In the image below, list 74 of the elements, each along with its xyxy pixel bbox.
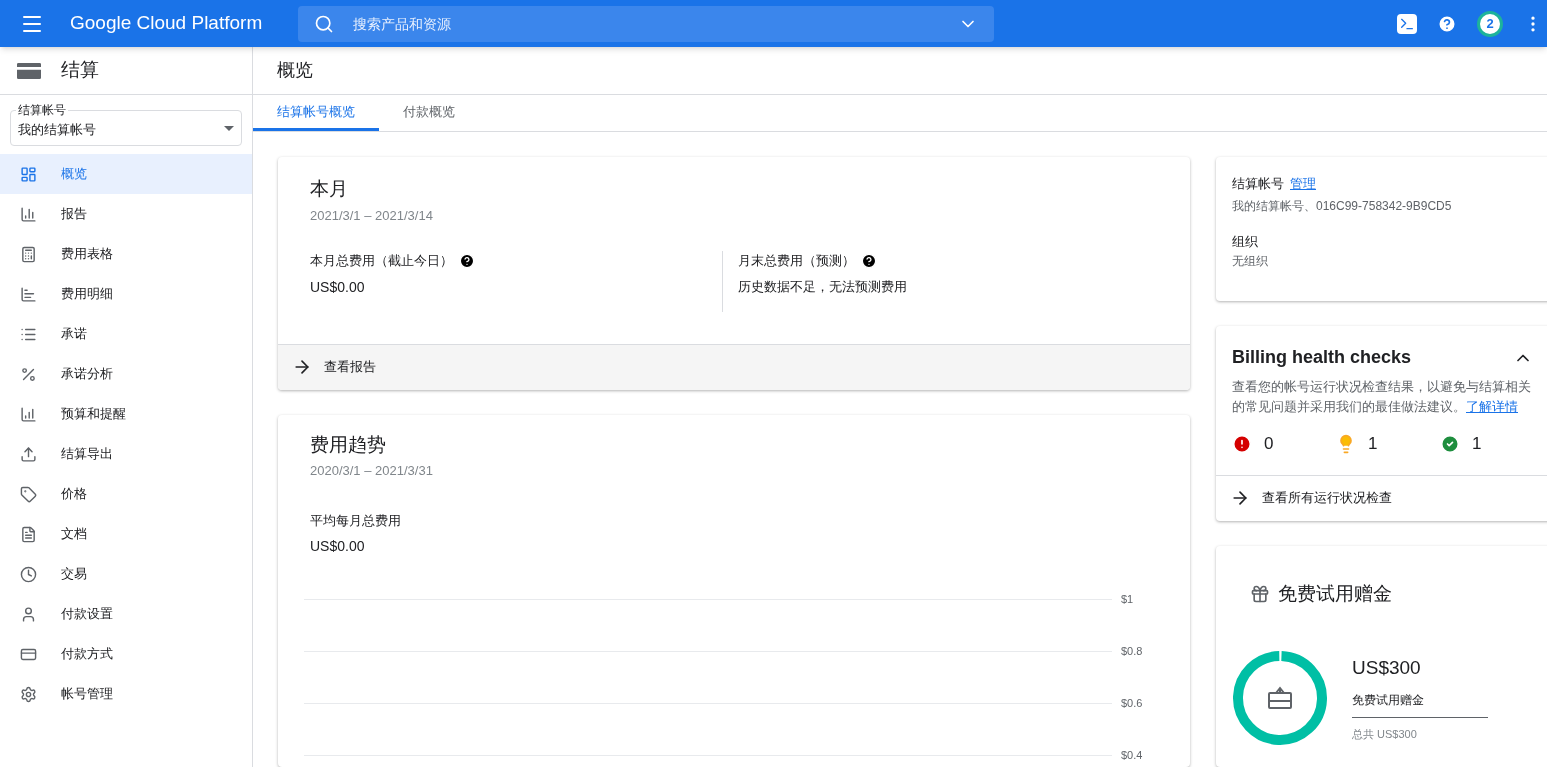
dropdown-caret-icon (224, 125, 234, 131)
check-count: 1 (1472, 433, 1482, 455)
date-range: 2021/3/1 – 2021/3/14 (310, 206, 434, 225)
sidebar-item[interactable]: 预算和提醒 (0, 394, 252, 434)
sidebar-item[interactable]: 付款设置 (0, 594, 252, 634)
forecast-label: 月末总费用（预测） (738, 252, 855, 270)
axis-tick-label: $0.6 (1121, 696, 1143, 711)
card-title: 本月 (310, 177, 349, 201)
error-icon (1232, 433, 1252, 454)
sidebar-item[interactable]: 付款方式 (0, 634, 252, 674)
date-range: 2020/3/1 – 2021/3/31 (309, 462, 434, 480)
percent-icon (20, 365, 37, 383)
sidebar-item[interactable]: 费用表格 (0, 234, 252, 274)
org-label: 组织 (1232, 232, 1259, 251)
average-value: US$0.00 (309, 537, 366, 556)
health-description: 查看您的帐号运行状况检查结果，以避免与结算相关的常见问题并采用我们的最佳做法建议。了解详情 (1232, 378, 1532, 416)
person-icon (20, 605, 37, 623)
sidebar-item[interactable]: 结算导出 (0, 434, 252, 474)
gift-card-icon (1268, 686, 1292, 709)
account-label: 结算帐号 (1232, 175, 1284, 193)
sidebar-item[interactable]: 报告 (0, 194, 252, 234)
credit-amount: US$300 (1352, 656, 1422, 680)
search-field[interactable]: 搜索产品和资源 (353, 13, 958, 34)
card-title: 免费试用赠金 (1278, 581, 1392, 606)
org-value: 无组织 (1232, 253, 1269, 270)
bar-chart-icon (20, 205, 37, 223)
axis-tick-label: $0.8 (1121, 644, 1143, 659)
manage-link[interactable]: 管理 (1290, 174, 1316, 194)
average-label: 平均每月总费用 (309, 511, 402, 530)
card-title: 费用趋势 (309, 432, 387, 457)
axis-tick-label: $1 (1121, 592, 1134, 607)
credit-label: 免费试用赠金 (1352, 690, 1488, 718)
tab[interactable]: 结算帐号概览 (253, 95, 379, 131)
sidebar-item[interactable]: 帐号管理 (0, 674, 252, 714)
sidebar-item[interactable]: 概览 (0, 154, 252, 194)
notification-badge[interactable]: 2 (1477, 10, 1503, 37)
check-count: 1 (1368, 433, 1378, 455)
account-select-value: 我的结算帐号 (18, 121, 96, 140)
cost-label: 本月总费用（截止今日） (310, 252, 453, 270)
document-icon (20, 525, 37, 543)
axis-tick-label: $0.4 (1121, 748, 1143, 763)
account-value: 我的结算帐号、016C99-758342-9B9CD5 (1232, 197, 1453, 215)
sidebar-item[interactable]: 价格 (0, 474, 252, 514)
sidebar-title: 结算 (61, 58, 99, 83)
page-title: 概览 (277, 59, 313, 82)
cost-value: US$0.00 (310, 277, 366, 297)
bar-chart-icon (20, 285, 37, 303)
upload-icon (20, 445, 37, 463)
tab[interactable]: 付款概览 (379, 95, 479, 131)
search-icon (314, 13, 334, 34)
clock-icon (20, 565, 37, 583)
view-all-checks-button[interactable]: 查看所有运行状况检查 (1216, 474, 1547, 521)
sidebar-item[interactable]: 交易 (0, 554, 252, 594)
bar-chart-icon (20, 405, 37, 423)
sidebar-item[interactable]: 承诺 (0, 314, 252, 354)
card-title: Billing health checks (1232, 346, 1412, 369)
check-count: 0 (1264, 433, 1274, 455)
search-bar[interactable]: 搜索产品和资源 (298, 5, 994, 42)
account-select-label: 结算帐号 (16, 104, 68, 116)
calculator-icon (20, 245, 37, 263)
view-report-button[interactable]: 查看报告 (278, 343, 1190, 390)
credit-total: 总共 US$300 (1352, 726, 1418, 742)
terminal-icon[interactable] (1397, 13, 1417, 34)
learn-more-link[interactable]: 了解详情 (1466, 399, 1518, 414)
check-icon (1440, 433, 1460, 454)
forecast-value: 历史数据不足，无法预测费用 (738, 277, 907, 296)
gift-icon (1250, 583, 1270, 604)
sidebar-item[interactable]: 费用明细 (0, 274, 252, 314)
settings-icon (20, 685, 37, 703)
tag-icon (20, 485, 37, 503)
sidebar-item[interactable]: 文档 (0, 514, 252, 554)
app-title: Google Cloud Platform (70, 11, 264, 36)
dashboard-icon (20, 165, 37, 183)
sidebar-item[interactable]: 承诺分析 (0, 354, 252, 394)
